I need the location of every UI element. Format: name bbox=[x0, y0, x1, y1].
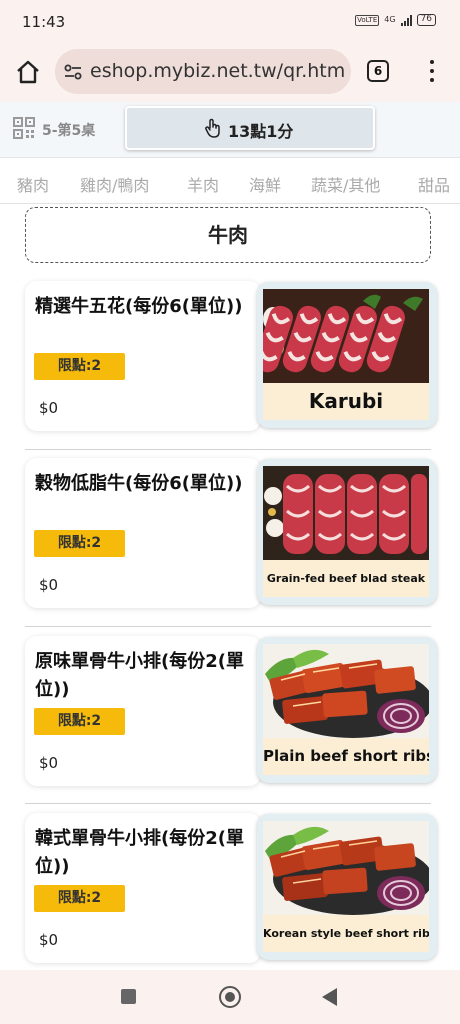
product-info[interactable]: 韓式單骨牛小排(每份2(單位)) 限點:2 $0 bbox=[25, 813, 261, 963]
volte-icon: VoLTE bbox=[355, 14, 380, 26]
image-caption: Grain-fed beef blad steak bbox=[263, 560, 429, 597]
product-card[interactable]: 原味單骨牛小排(每份2(單位)) 限點:2 $0 Plain beef shor… bbox=[25, 636, 437, 786]
beef-rolls-image bbox=[263, 289, 429, 383]
tab-seafood[interactable]: 海鮮 bbox=[249, 172, 281, 196]
product-info[interactable]: 原味單骨牛小排(每份2(單位)) 限點:2 $0 bbox=[25, 636, 261, 786]
product-name: 韓式單骨牛小排(每份2(單位)) bbox=[35, 828, 244, 877]
system-nav-bar bbox=[0, 970, 460, 1024]
tab-lamb[interactable]: 羊肉 bbox=[187, 172, 219, 196]
status-icons: VoLTE 4G 76 bbox=[355, 14, 436, 26]
product-price: $0 bbox=[39, 399, 59, 417]
tab-switcher-button[interactable]: 6 bbox=[367, 60, 389, 82]
limit-badge: 限點:2 bbox=[34, 708, 125, 735]
url-text: eshop.mybiz.net.tw/qr.htm bbox=[90, 60, 346, 82]
product-image[interactable]: Plain beef short ribs bbox=[257, 637, 437, 783]
product-name: 原味單骨牛小排(每份2(單位)) bbox=[35, 651, 244, 700]
back-triangle-icon[interactable] bbox=[322, 988, 337, 1006]
limit-badge: 限點:2 bbox=[34, 530, 125, 557]
image-caption: Karubi bbox=[263, 383, 429, 420]
limit-badge: 限點:2 bbox=[34, 353, 125, 380]
status-time: 11:43 bbox=[22, 13, 66, 31]
home-icon[interactable] bbox=[15, 59, 41, 85]
product-name: 穀物低脂牛(每份6(單位)) bbox=[35, 473, 243, 494]
product-price: $0 bbox=[39, 754, 59, 772]
tab-chicken-duck[interactable]: 雞肉/鴨肉 bbox=[80, 172, 149, 196]
product-image[interactable]: Korean style beef short ribs bbox=[257, 814, 437, 960]
image-caption: Korean style beef short ribs bbox=[263, 915, 429, 952]
product-card[interactable]: 精選牛五花(每份6(單位)) 限點:2 $0 Karubi bbox=[25, 281, 437, 431]
status-bar: 11:43 VoLTE 4G 76 bbox=[0, 0, 460, 44]
limit-badge: 限點:2 bbox=[34, 885, 125, 912]
product-price: $0 bbox=[39, 931, 59, 949]
product-price: $0 bbox=[39, 576, 59, 594]
product-info[interactable]: 精選牛五花(每份6(單位)) 限點:2 $0 bbox=[25, 281, 261, 431]
product-image[interactable]: Karubi bbox=[257, 282, 437, 428]
product-card[interactable]: 韓式單骨牛小排(每份2(單位)) 限點:2 $0 Korean style be… bbox=[25, 813, 437, 963]
more-options-icon[interactable] bbox=[428, 60, 436, 82]
browser-toolbar: eshop.mybiz.net.tw/qr.htm 6 bbox=[0, 44, 460, 102]
tab-dessert[interactable]: 甜品 bbox=[418, 172, 450, 196]
category-tabs: 豬肉 雞肉/鴨肉 羊肉 海鮮 蔬菜/其他 甜品 bbox=[0, 158, 460, 204]
timer-button[interactable]: 13點1分 bbox=[125, 106, 375, 150]
site-settings-icon[interactable] bbox=[63, 62, 83, 82]
address-bar[interactable]: eshop.mybiz.net.tw/qr.htm bbox=[55, 49, 351, 94]
table-info-bar: 5-第5桌 13點1分 bbox=[0, 102, 460, 158]
short-ribs-image bbox=[263, 821, 429, 915]
signal-icon bbox=[400, 14, 412, 26]
tab-pork[interactable]: 豬肉 bbox=[17, 172, 49, 196]
home-circle-icon[interactable] bbox=[219, 986, 241, 1008]
product-info[interactable]: 穀物低脂牛(每份6(單位)) 限點:2 $0 bbox=[25, 458, 261, 608]
product-card[interactable]: 穀物低脂牛(每份6(單位)) 限點:2 $0 Grain-fed beef bl… bbox=[25, 458, 437, 608]
beef-rolls-image bbox=[263, 466, 429, 560]
recent-apps-icon[interactable] bbox=[121, 989, 136, 1004]
tab-vegetables-other[interactable]: 蔬菜/其他 bbox=[311, 172, 380, 196]
hand-pointer-icon bbox=[205, 118, 220, 138]
divider bbox=[25, 449, 431, 450]
battery-icon: 76 bbox=[416, 14, 436, 26]
product-image[interactable]: Grain-fed beef blad steak bbox=[257, 459, 437, 605]
short-ribs-image bbox=[263, 644, 429, 738]
divider bbox=[25, 803, 431, 804]
divider bbox=[25, 626, 431, 627]
qr-code-icon bbox=[13, 117, 35, 139]
image-caption: Plain beef short ribs bbox=[263, 738, 429, 775]
network-type: 4G bbox=[384, 15, 396, 24]
timer-text: 13點1分 bbox=[228, 122, 294, 141]
product-name: 精選牛五花(每份6(單位)) bbox=[35, 296, 243, 317]
table-label: 5-第5桌 bbox=[42, 123, 96, 139]
section-title: 牛肉 bbox=[25, 207, 431, 263]
